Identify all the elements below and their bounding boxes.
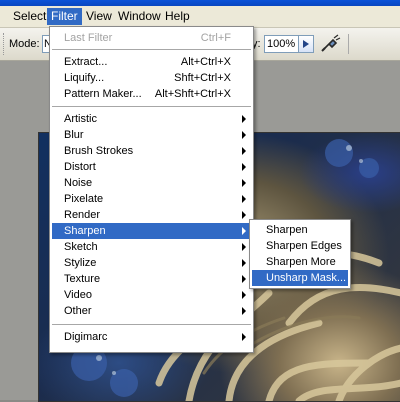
submenu-arrow-icon xyxy=(242,163,246,171)
submenu-arrow-icon xyxy=(242,243,246,251)
menu-item-distort[interactable]: Distort xyxy=(52,159,251,175)
menu-separator xyxy=(52,324,251,325)
menu-item-sharpen[interactable]: Sharpen xyxy=(52,223,251,239)
menu-item-artistic[interactable]: Artistic xyxy=(52,111,251,127)
submenu-arrow-icon xyxy=(242,195,246,203)
menu-help[interactable]: Help xyxy=(161,8,194,25)
menu-item-video[interactable]: Video xyxy=(52,287,251,303)
options-divider xyxy=(348,34,349,54)
submenu-item-unsharp-mask[interactable]: Unsharp Mask... xyxy=(252,270,348,286)
submenu-item-sharpen-edges[interactable]: Sharpen Edges xyxy=(252,238,348,254)
submenu-arrow-icon xyxy=(242,131,246,139)
menu-item-render[interactable]: Render xyxy=(52,207,251,223)
menu-item-extract[interactable]: Extract... Alt+Ctrl+X xyxy=(52,54,251,70)
menu-select[interactable]: Select xyxy=(9,8,50,25)
menu-item-digimarc[interactable]: Digimarc xyxy=(52,329,251,345)
menu-view[interactable]: View xyxy=(82,8,116,25)
menu-separator xyxy=(52,49,251,50)
mode-label: Mode: xyxy=(9,38,40,50)
menu-item-liquify[interactable]: Liquify... Shft+Ctrl+X xyxy=(52,70,251,86)
menu-item-sketch[interactable]: Sketch xyxy=(52,239,251,255)
menu-filter[interactable]: Filter xyxy=(47,8,82,25)
menu-item-stylize[interactable]: Stylize xyxy=(52,255,251,271)
menu-window[interactable]: Window xyxy=(114,8,165,25)
submenu-item-sharpen-more[interactable]: Sharpen More xyxy=(252,254,348,270)
menu-item-pattern-maker[interactable]: Pattern Maker... Alt+Shft+Ctrl+X xyxy=(52,86,251,102)
submenu-arrow-icon xyxy=(242,115,246,123)
submenu-arrow-icon xyxy=(242,211,246,219)
submenu-arrow-icon xyxy=(242,179,246,187)
menu-separator xyxy=(52,106,251,107)
submenu-arrow-icon xyxy=(242,227,246,235)
menu-item-noise[interactable]: Noise xyxy=(52,175,251,191)
opacity-slider-button[interactable] xyxy=(298,35,314,53)
options-bar-grip[interactable] xyxy=(3,33,7,55)
submenu-arrow-icon xyxy=(242,307,246,315)
submenu-item-sharpen[interactable]: Sharpen xyxy=(252,222,348,238)
menu-bar: Select Filter View Window Help xyxy=(0,6,400,28)
opacity-field[interactable]: 100% xyxy=(264,35,300,53)
sharpen-submenu: Sharpen Sharpen Edges Sharpen More Unsha… xyxy=(249,219,351,289)
submenu-arrow-icon xyxy=(242,275,246,283)
menu-item-last-filter: Last Filter Ctrl+F xyxy=(64,32,231,44)
menu-item-blur[interactable]: Blur xyxy=(52,127,251,143)
filter-menu: Last Filter Ctrl+F Extract... Alt+Ctrl+X… xyxy=(49,26,254,353)
submenu-arrow-icon xyxy=(242,259,246,267)
menu-item-texture[interactable]: Texture xyxy=(52,271,251,287)
submenu-arrow-icon xyxy=(242,291,246,299)
submenu-arrow-icon xyxy=(242,147,246,155)
menu-item-other[interactable]: Other xyxy=(52,303,251,319)
submenu-arrow-icon xyxy=(242,333,246,341)
airbrush-icon[interactable] xyxy=(320,33,342,53)
menu-item-pixelate[interactable]: Pixelate xyxy=(52,191,251,207)
menu-item-brush-strokes[interactable]: Brush Strokes xyxy=(52,143,251,159)
